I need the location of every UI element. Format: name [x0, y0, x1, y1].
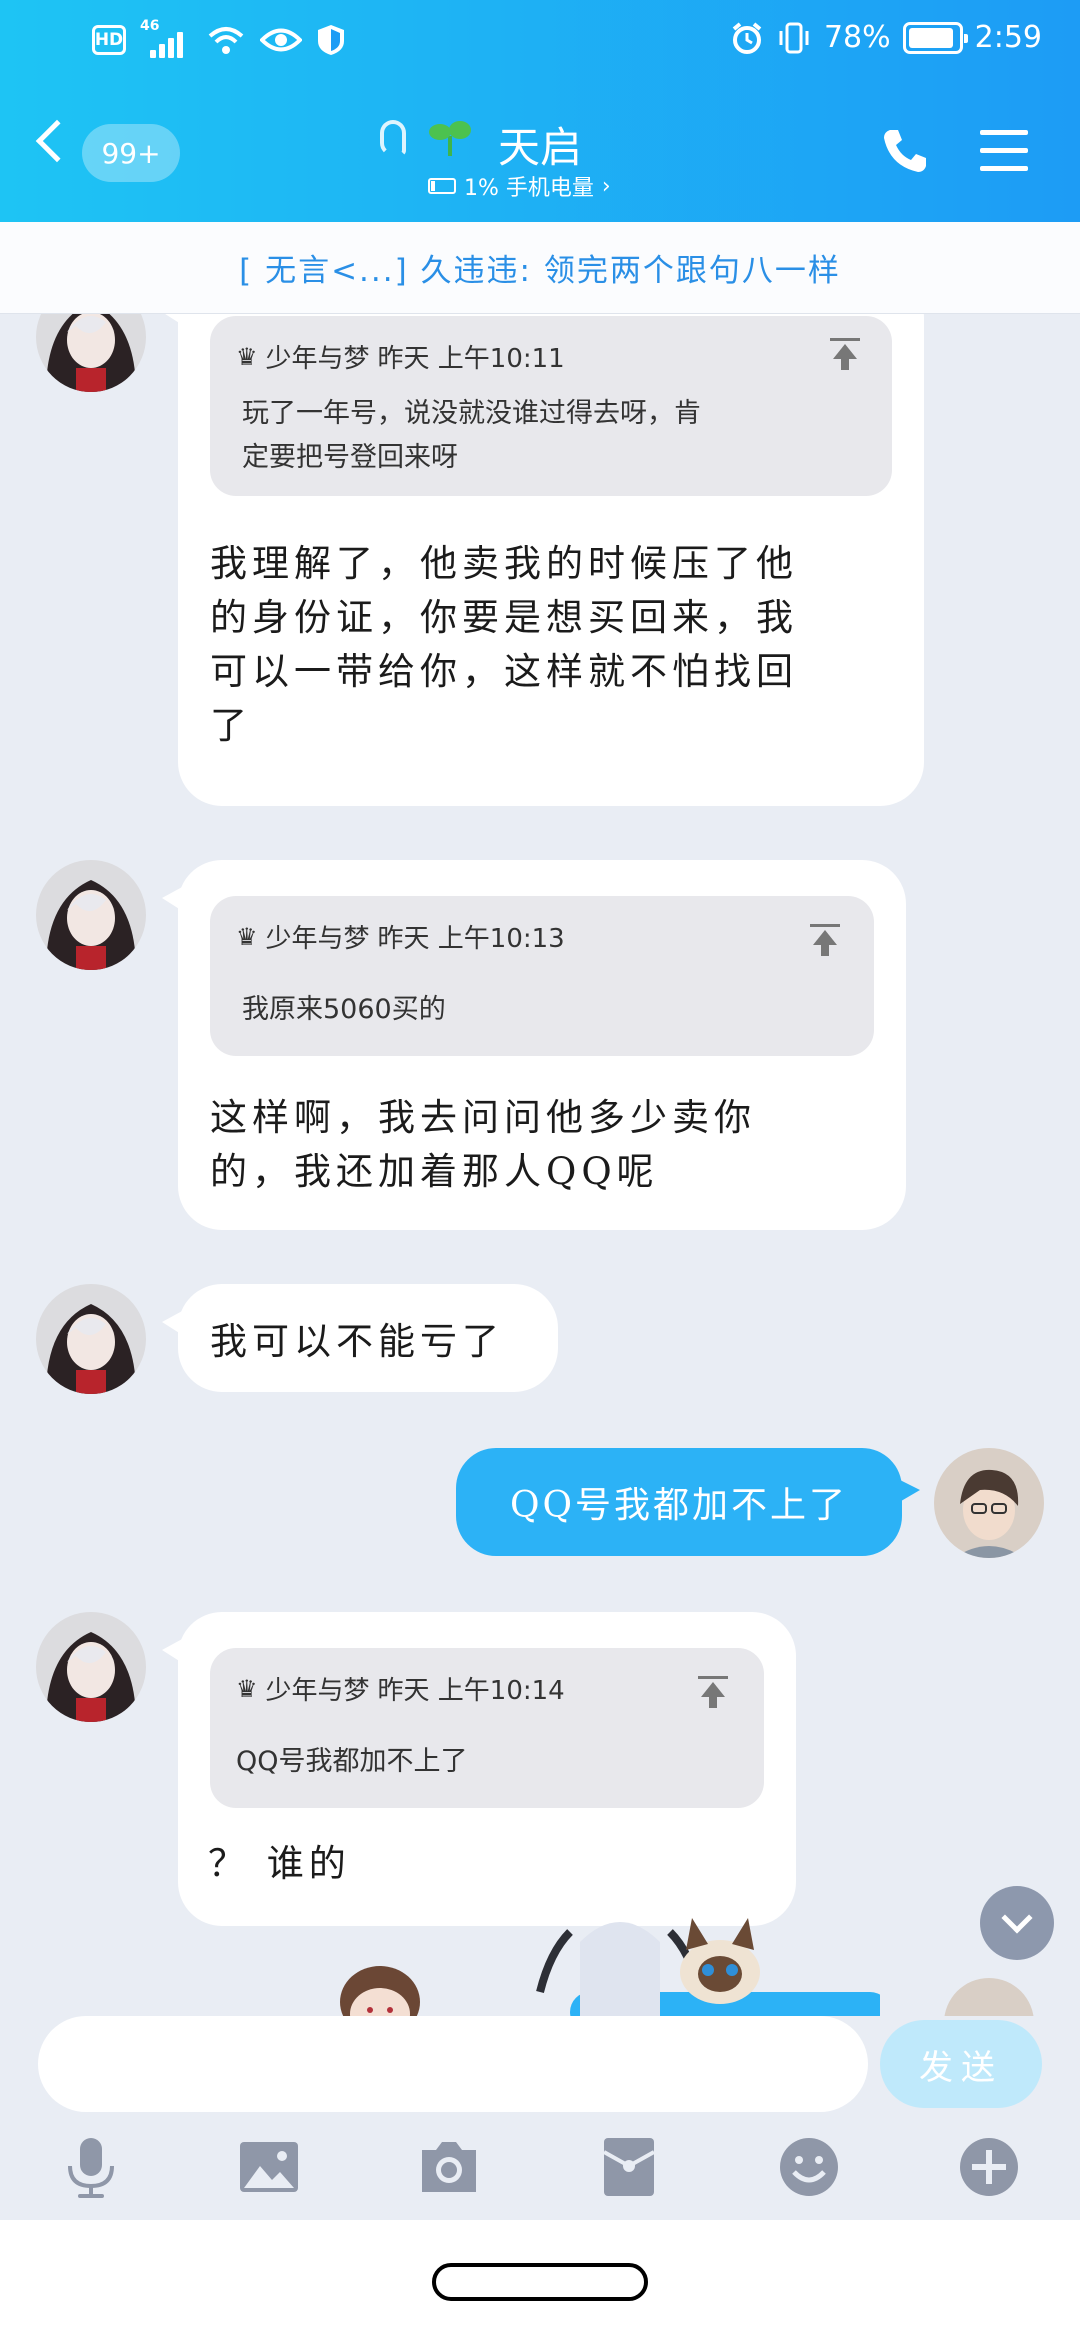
jump-to-message-icon[interactable]	[830, 338, 860, 370]
quoted-message[interactable]: ♛ 少年与梦 昨天 上午10:11 玩了一年号，说没就没谁过得去呀，肯 定要把号登回…	[210, 316, 892, 496]
quote-time: 昨天 上午10:13	[377, 924, 565, 954]
eye-icon	[260, 28, 302, 52]
message-text: 这样啊，我去问问他多少卖你	[210, 1096, 756, 1139]
wifi-icon	[208, 27, 244, 54]
message-text: 了	[210, 704, 252, 747]
battery-percent: 78%	[823, 20, 891, 55]
jump-to-message-icon[interactable]	[810, 924, 840, 956]
scroll-to-bottom-button[interactable]	[980, 1886, 1054, 1960]
my-avatar[interactable]	[934, 1448, 1044, 1558]
battery-icon	[902, 21, 968, 54]
input-bar: 发送	[0, 2016, 1080, 2116]
quote-text: 定要把号登回来呀	[242, 442, 458, 473]
avatar[interactable]	[36, 860, 146, 970]
alarm-icon	[732, 21, 762, 54]
message-text: 的，我还加着那人QQ呢	[210, 1150, 659, 1193]
quoted-message[interactable]: ♛ 少年与梦 昨天 上午10:13 我原来5060买的	[210, 896, 874, 1056]
chevron-down-icon	[1001, 1902, 1033, 1934]
quote-time: 昨天 上午10:14	[377, 1676, 565, 1706]
message-bubble[interactable]: ♛ 少年与梦 昨天 上午10:13 我原来5060买的 这样啊，我去问问他多少卖你 …	[162, 860, 906, 1230]
chat-title-area[interactable]: 天启 1% 手机电量 ›	[380, 108, 700, 208]
message-text: 的身份证，你要是想买回来，我	[210, 596, 798, 639]
quote-text: QQ号我都加不上了	[236, 1746, 468, 1777]
emoji-icon[interactable]	[776, 2134, 842, 2200]
shield-icon	[318, 25, 344, 55]
menu-icon[interactable]	[980, 130, 1028, 174]
system-nav-bar	[0, 2220, 1080, 2340]
group-announcement-banner[interactable]: [ 无言<...] 久违违: 领完两个跟句八一样	[0, 222, 1080, 314]
message-text: 我理解了，他卖我的时候压了他	[210, 542, 798, 585]
message-bubble[interactable]: ♛ 少年与梦 昨天 上午10:11 玩了一年号，说没就没谁过得去呀，肯 定要把号登回…	[162, 314, 924, 806]
ear-icon	[380, 120, 406, 156]
avatar[interactable]	[36, 314, 146, 392]
hd-icon: HD	[92, 25, 126, 55]
signal-icon: 46	[140, 18, 192, 58]
my-message-bubble[interactable]: QQ号我都加不上了	[456, 1448, 920, 1556]
image-icon[interactable]	[236, 2134, 302, 2200]
chat-title: 天启	[498, 123, 583, 172]
microphone-icon[interactable]	[58, 2134, 124, 2200]
unread-badge[interactable]: 99+	[82, 124, 180, 182]
chat-subtitle[interactable]: 1% 手机电量 ›	[428, 170, 611, 202]
quote-author: 少年与梦	[265, 344, 370, 374]
status-bar: HD 46 78% 2:59	[0, 0, 1080, 86]
jump-to-message-icon[interactable]	[698, 1676, 728, 1708]
battery-status-text: 1% 手机电量	[464, 176, 594, 201]
plus-icon[interactable]	[956, 2134, 1022, 2200]
message-bubble[interactable]: 我可以不能亏了	[162, 1284, 558, 1392]
low-battery-icon	[428, 178, 456, 194]
red-packet-icon[interactable]	[596, 2134, 662, 2200]
message-bubble[interactable]: ♛ 少年与梦 昨天 上午10:14 QQ号我都加不上了 ？ 谁的	[162, 1612, 796, 1926]
message-input[interactable]	[38, 2016, 868, 2112]
quote-time: 昨天 上午10:11	[377, 344, 565, 374]
message-list[interactable]: ♛ 少年与梦 昨天 上午10:11 玩了一年号，说没就没谁过得去呀，肯 定要把号登回…	[0, 314, 1080, 2016]
crown-icon: ♛	[236, 922, 258, 951]
phone-call-icon[interactable]	[880, 126, 930, 176]
partial-avatar	[944, 1978, 1034, 2016]
message-text: 可以一带给你，这样就不怕找回	[210, 650, 798, 693]
quoted-message[interactable]: ♛ 少年与梦 昨天 上午10:14 QQ号我都加不上了	[210, 1648, 764, 1808]
avatar[interactable]	[36, 1612, 146, 1722]
avatar[interactable]	[36, 1284, 146, 1394]
chevron-right-icon: ›	[601, 173, 611, 199]
crown-icon: ♛	[236, 1674, 258, 1703]
clock: 2:59	[974, 20, 1042, 55]
sprout-icon	[429, 121, 471, 156]
chat-bubble-decoration	[320, 1882, 890, 2016]
chat-header: HD 46 78% 2:59 99+ 天启 1% 手机电量 ›	[0, 0, 1080, 222]
quote-text: 玩了一年号，说没就没谁过得去呀，肯	[242, 398, 701, 429]
quote-text: 我原来5060买的	[242, 994, 446, 1025]
home-gesture-handle[interactable]	[432, 2263, 648, 2301]
quote-author: 少年与梦	[265, 924, 370, 954]
crown-icon: ♛	[236, 342, 258, 371]
input-toolbar	[0, 2116, 1080, 2220]
quote-author: 少年与梦	[265, 1676, 370, 1706]
vibrate-icon	[779, 22, 809, 53]
back-arrow-icon[interactable]	[35, 119, 79, 163]
camera-icon[interactable]	[416, 2134, 482, 2200]
message-text: 我可以不能亏了	[210, 1320, 504, 1363]
send-button[interactable]: 发送	[880, 2020, 1042, 2108]
